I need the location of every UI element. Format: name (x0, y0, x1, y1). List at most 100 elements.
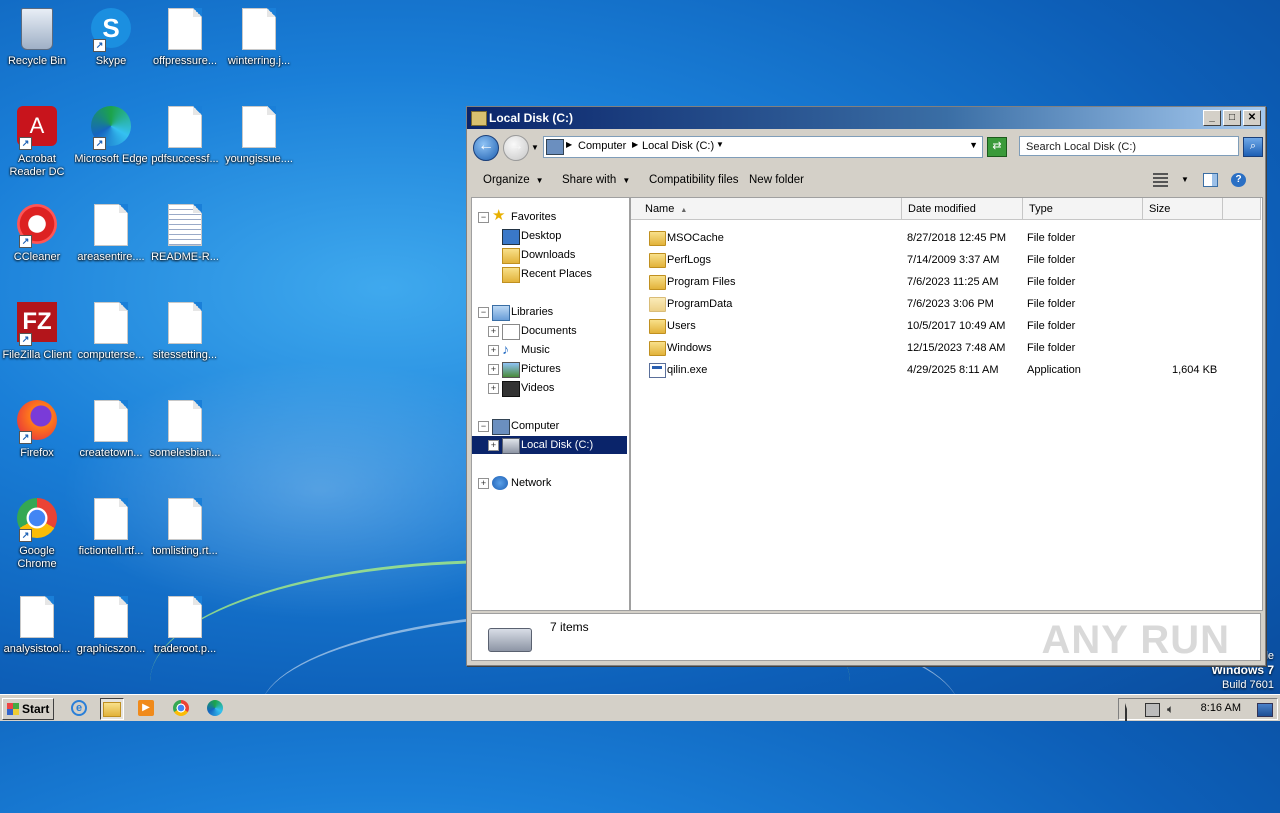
folder-icon (649, 253, 666, 268)
desktop-icon-file[interactable]: youngissue.... (222, 106, 296, 166)
desktop-icon-ccleaner[interactable]: ↗ CCleaner (0, 204, 74, 264)
file-row[interactable]: qilin.exe 4/29/2025 8:11 AM Application … (631, 359, 1262, 381)
desktop-icon-firefox[interactable]: ↗ Firefox (0, 400, 74, 460)
volume-icon[interactable]: 🔈︎ (1167, 703, 1180, 715)
file-icon (94, 596, 128, 638)
tree-computer[interactable]: − Computer (472, 417, 627, 435)
expand-icon[interactable]: + (488, 345, 499, 356)
taskbar-ie[interactable]: e (68, 698, 90, 718)
column-header-date[interactable]: Date modified (902, 198, 1023, 220)
preview-pane-icon[interactable] (1203, 173, 1218, 187)
network-icon (492, 476, 508, 490)
back-button[interactable] (473, 135, 499, 161)
tree-libraries[interactable]: − Libraries (472, 303, 627, 321)
collapse-icon[interactable]: − (478, 307, 489, 318)
file-row[interactable]: Windows 12/15/2023 7:48 AM File folder (631, 337, 1262, 359)
windows-brand-build: Build 7601 (1222, 679, 1274, 691)
file-row[interactable]: PerfLogs 7/14/2009 3:37 AM File folder (631, 249, 1262, 271)
refresh-button[interactable]: ⇄ (987, 137, 1007, 157)
search-icon[interactable]: ⌕ (1243, 137, 1263, 157)
expand-icon[interactable]: + (488, 440, 499, 451)
desktop-icon-text-file[interactable]: README-R... (148, 204, 222, 264)
desktop-icon-file[interactable]: analysistool... (0, 596, 74, 656)
taskbar-chrome[interactable] (170, 698, 192, 718)
desktop-icon-file[interactable]: offpressure... (148, 8, 222, 68)
desktop-icon-file[interactable]: createtown... (74, 400, 148, 460)
folder-icon (649, 275, 666, 290)
column-header-name[interactable]: Name ▲ (631, 198, 902, 220)
column-header-size[interactable]: Size (1143, 198, 1223, 220)
address-dropdown-icon[interactable]: ▼ (969, 140, 978, 150)
chevron-down-icon: ▼ (535, 176, 544, 185)
network-tray-icon[interactable] (1145, 703, 1160, 717)
share-with-menu[interactable]: Share with ▼ (562, 167, 630, 194)
desktop-icon-edge[interactable]: ↗ Microsoft Edge (74, 106, 148, 166)
help-icon[interactable]: ? (1231, 173, 1246, 187)
breadcrumb-arrow-icon[interactable]: ▼ (716, 140, 724, 149)
taskbar-edge[interactable] (204, 698, 226, 718)
desktop-icon-chrome[interactable]: ↗ Google Chrome (0, 498, 74, 571)
column-header-type[interactable]: Type (1023, 198, 1143, 220)
collapse-icon[interactable]: − (478, 421, 489, 432)
desktop-icon-file[interactable]: winterring.j... (222, 8, 296, 68)
start-button[interactable]: Start (2, 698, 54, 720)
title-bar[interactable]: Local Disk (C:) _ □ ✕ (467, 107, 1265, 129)
show-desktop-icon[interactable] (1257, 703, 1273, 717)
desktop-icon-file[interactable]: traderoot.p... (148, 596, 222, 656)
desktop-icon-file[interactable]: computerse... (74, 302, 148, 362)
view-dropdown-icon[interactable]: ▼ (1181, 167, 1189, 193)
tree-downloads[interactable]: Downloads (472, 246, 627, 264)
maximize-button[interactable]: □ (1223, 110, 1241, 126)
recent-pages-dropdown[interactable]: ▼ (531, 143, 539, 152)
close-button[interactable]: ✕ (1243, 110, 1261, 126)
desktop-icon-recycle-bin[interactable]: Recycle Bin (0, 8, 74, 68)
action-center-flag-icon[interactable] (1125, 703, 1140, 721)
desktop-icon-file[interactable]: fictiontell.rtf... (74, 498, 148, 558)
minimize-button[interactable]: _ (1203, 110, 1221, 126)
expand-icon[interactable]: + (478, 478, 489, 489)
taskbar-explorer[interactable] (100, 698, 124, 720)
music-icon: ♪ (502, 341, 509, 357)
desktop-icon-skype[interactable]: S ↗ Skype (74, 8, 148, 68)
clock[interactable]: 8:16 AM (1201, 702, 1241, 714)
expand-icon[interactable]: + (488, 383, 499, 394)
view-options-icon[interactable] (1153, 173, 1168, 187)
taskbar-media-player[interactable]: ▶ (135, 698, 157, 718)
forward-button[interactable] (503, 135, 529, 161)
file-row[interactable]: ProgramData 7/6/2023 3:06 PM File folder (631, 293, 1262, 315)
file-row[interactable]: Program Files 7/6/2023 11:25 AM File fol… (631, 271, 1262, 293)
tree-music[interactable]: + ♪ Music (472, 341, 627, 359)
breadcrumb-local-disk[interactable]: Local Disk (C:) (642, 140, 714, 152)
desktop-icon-file[interactable]: graphicszon... (74, 596, 148, 656)
file-row[interactable]: Users 10/5/2017 10:49 AM File folder (631, 315, 1262, 337)
address-bar[interactable]: ▶ Computer ▶ Local Disk (C:) ▼ ▼ (543, 136, 983, 158)
desktop-icon-file[interactable]: sitessetting... (148, 302, 222, 362)
file-row[interactable]: MSOCache 8/27/2018 12:45 PM File folder (631, 227, 1262, 249)
desktop-icon-file[interactable]: areasentire.... (74, 204, 148, 264)
desktop-icon-file[interactable]: somelesbian... (148, 400, 222, 460)
desktop-icon-file[interactable]: tomlisting.rt... (148, 498, 222, 558)
tree-documents[interactable]: + Documents (472, 322, 627, 340)
new-folder-button[interactable]: New folder (749, 167, 804, 193)
compatibility-files-button[interactable]: Compatibility files (649, 167, 738, 193)
chrome-icon (173, 700, 189, 716)
desktop-icon-file[interactable]: pdfsuccessf... (148, 106, 222, 166)
desktop-icon-acrobat[interactable]: A ↗ Acrobat Reader DC (0, 106, 74, 179)
desktop-icon-filezilla[interactable]: FZ ↗ FileZilla Client (0, 302, 74, 362)
tree-recent-places[interactable]: Recent Places (472, 265, 627, 283)
tree-local-disk[interactable]: + Local Disk (C:) (472, 436, 627, 454)
search-input[interactable]: Search Local Disk (C:) (1019, 136, 1239, 156)
expand-icon[interactable]: + (488, 364, 499, 375)
organize-menu[interactable]: Organize ▼ (483, 167, 544, 194)
tree-pictures[interactable]: + Pictures (472, 360, 627, 378)
tree-videos[interactable]: + Videos (472, 379, 627, 397)
tree-desktop[interactable]: Desktop (472, 227, 627, 245)
breadcrumb-arrow-icon[interactable]: ▶ (566, 140, 572, 149)
expand-icon[interactable]: + (488, 326, 499, 337)
recycle-bin-icon (21, 8, 53, 50)
collapse-icon[interactable]: − (478, 212, 489, 223)
tree-favorites[interactable]: − ★ Favorites (472, 208, 627, 226)
breadcrumb-computer[interactable]: Computer (578, 140, 626, 152)
tree-network[interactable]: + Network (472, 474, 627, 492)
breadcrumb-arrow-icon[interactable]: ▶ (632, 140, 638, 149)
